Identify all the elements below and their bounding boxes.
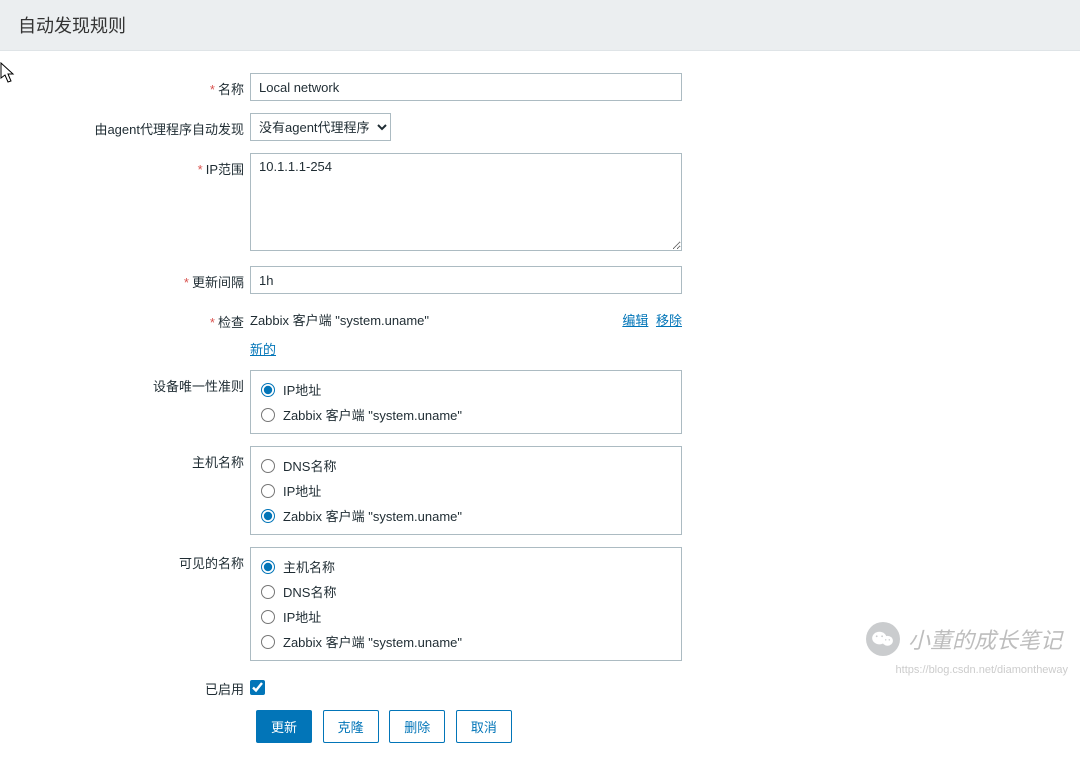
check-new-link[interactable]: 新的 xyxy=(250,342,276,357)
checks-label: *检查 xyxy=(10,306,250,331)
visiblename-option-label[interactable]: 主机名称 xyxy=(283,557,335,576)
uniqueness-option-label[interactable]: Zabbix 客户端 "system.uname" xyxy=(283,405,462,424)
hostname-radio-ip[interactable] xyxy=(261,484,275,498)
mouse-cursor-icon xyxy=(0,62,16,84)
interval-input[interactable] xyxy=(250,266,682,294)
visiblename-option-label[interactable]: Zabbix 客户端 "system.uname" xyxy=(283,632,462,651)
check-remove-link[interactable]: 移除 xyxy=(656,313,682,328)
name-input[interactable] xyxy=(250,73,682,101)
proxy-label: 由agent代理程序自动发现 xyxy=(10,113,250,138)
hostname-radio-zabbix[interactable] xyxy=(261,509,275,523)
page-title: 自动发现规则 xyxy=(0,0,1080,51)
proxy-select[interactable]: 没有agent代理程序 xyxy=(250,113,391,141)
iprange-label: *IP范围 xyxy=(10,153,250,178)
enabled-checkbox[interactable] xyxy=(250,680,265,695)
uniqueness-label: 设备唯一性准则 xyxy=(10,370,250,395)
hostname-option-label[interactable]: DNS名称 xyxy=(283,456,336,475)
visiblename-radio-dns[interactable] xyxy=(261,585,275,599)
uniqueness-group: IP地址 Zabbix 客户端 "system.uname" xyxy=(250,370,682,434)
check-name: Zabbix 客户端 "system.uname" xyxy=(250,310,429,329)
name-label: *名称 xyxy=(10,73,250,98)
uniqueness-radio-ip[interactable] xyxy=(261,383,275,397)
check-row: Zabbix 客户端 "system.uname" 编辑 移除 xyxy=(250,306,682,339)
watermark: 小董的成长笔记 xyxy=(866,622,1062,656)
enabled-label: 已启用 xyxy=(10,673,250,698)
visiblename-radio-host[interactable] xyxy=(261,560,275,574)
update-button[interactable]: 更新 xyxy=(256,710,312,743)
delete-button[interactable]: 删除 xyxy=(389,710,445,743)
visiblename-radio-zabbix[interactable] xyxy=(261,635,275,649)
hostname-radio-dns[interactable] xyxy=(261,459,275,473)
check-edit-link[interactable]: 编辑 xyxy=(622,313,648,328)
visiblename-group: 主机名称 DNS名称 IP地址 Zabbix 客户端 "system.uname… xyxy=(250,547,682,661)
uniqueness-radio-zabbix[interactable] xyxy=(261,408,275,422)
visiblename-option-label[interactable]: IP地址 xyxy=(283,607,321,626)
wechat-icon xyxy=(866,622,900,656)
hostname-group: DNS名称 IP地址 Zabbix 客户端 "system.uname" xyxy=(250,446,682,535)
clone-button[interactable]: 克隆 xyxy=(323,710,379,743)
visiblename-label: 可见的名称 xyxy=(10,547,250,572)
button-row: 更新 克隆 删除 取消 xyxy=(256,710,1070,743)
interval-label: *更新间隔 xyxy=(10,266,250,291)
iprange-textarea[interactable]: 10.1.1.1-254 xyxy=(250,153,682,251)
hostname-option-label[interactable]: IP地址 xyxy=(283,481,321,500)
hostname-option-label[interactable]: Zabbix 客户端 "system.uname" xyxy=(283,506,462,525)
watermark-text: 小董的成长笔记 xyxy=(908,623,1062,655)
visiblename-radio-ip[interactable] xyxy=(261,610,275,624)
form-container: *名称 由agent代理程序自动发现 没有agent代理程序 *IP范围 10.… xyxy=(10,57,1070,767)
footer-url: https://blog.csdn.net/diamontheway xyxy=(896,664,1068,676)
uniqueness-option-label[interactable]: IP地址 xyxy=(283,380,321,399)
cancel-button[interactable]: 取消 xyxy=(456,710,512,743)
hostname-label: 主机名称 xyxy=(10,446,250,471)
visiblename-option-label[interactable]: DNS名称 xyxy=(283,582,336,601)
